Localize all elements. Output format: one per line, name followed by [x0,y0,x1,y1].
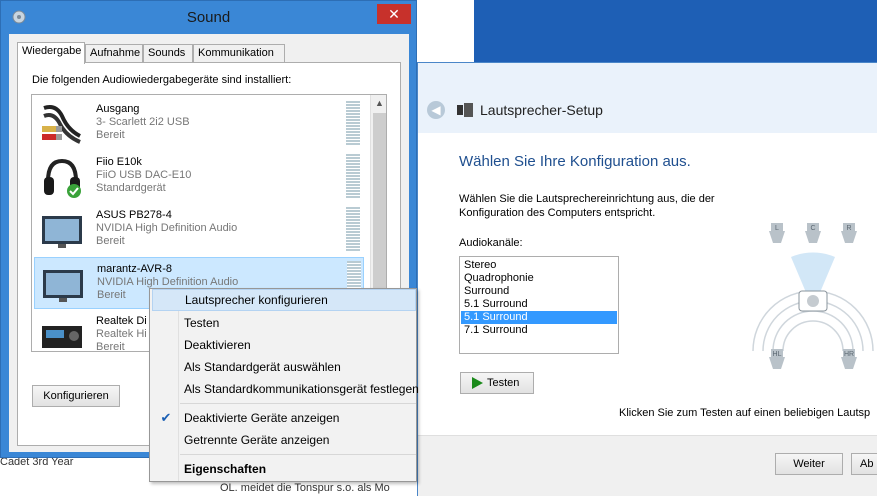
list-item[interactable]: Fiio E10k FiiO USB DAC-E10 Standardgerät [34,151,364,203]
scroll-up-icon[interactable]: ▲ [371,95,386,112]
speaker-label-r: R [846,225,851,232]
menu-item-show-disconnected[interactable]: Getrennte Geräte anzeigen [152,429,416,451]
play-icon [472,377,483,389]
channel-option[interactable]: Quadrophonie [461,272,617,285]
device-status: Bereit [96,129,125,141]
page-description: Wählen Sie die Lautsprechereinrichtung a… [459,193,715,219]
device-list-caption: Die folgenden Audiowiedergabegeräte sind… [32,74,292,86]
channels-listbox[interactable]: Stereo Quadrophonie Surround 5.1 Surroun… [459,256,619,354]
back-arrow-icon[interactable]: ◀ [427,101,445,119]
menu-item-show-disabled[interactable]: ✔ Deaktivierte Geräte anzeigen [152,407,416,429]
desktop-background-white [418,0,474,62]
channel-option-selected[interactable]: 5.1 Surround [461,311,617,324]
checkmark-icon: ✔ [160,410,172,425]
speaker-icon [457,103,473,117]
level-meter [346,101,360,145]
sound-title-bar[interactable]: Sound ✕ [1,1,416,35]
list-item[interactable]: Ausgang 3- Scarlett 2i2 USB Bereit [34,98,364,150]
device-status: Bereit [96,235,125,247]
device-driver: 3- Scarlett 2i2 USB [96,116,190,128]
menu-item-set-default-communication[interactable]: Als Standardkommunikationsgerät festlege… [152,378,419,400]
device-status: Bereit [97,289,126,301]
menu-separator [180,454,416,455]
menu-separator [180,403,416,404]
speaker-label-hr: HR [844,351,854,358]
cancel-button[interactable]: Ab [851,453,877,475]
page-heading: Wählen Sie Ihre Konfiguration aus. [459,153,691,170]
desktop-background [418,0,877,62]
test-hint: Klicken Sie zum Testen auf einen beliebi… [619,407,871,419]
device-name: Realtek Di [96,315,147,327]
device-driver: Realtek Hi [96,328,147,340]
device-name: ASUS PB278-4 [96,209,172,221]
speaker-label-hl: HL [773,351,782,358]
menu-item-set-default[interactable]: Als Standardgerät auswählen [152,356,416,378]
device-driver: NVIDIA High Definition Audio [97,276,239,288]
close-button[interactable]: ✕ [377,4,411,24]
tab-aufnahme[interactable]: Aufnahme [85,44,143,62]
device-driver: FiiO USB DAC-E10 [96,169,192,181]
speaker-layout-diagram: L C R HL HR [752,223,874,369]
channel-option[interactable]: 5.1 Surround [461,298,617,311]
context-menu: Lautsprecher konfigurieren Testen Deakti… [149,288,419,482]
channel-option[interactable]: Stereo [461,259,617,272]
setup-header: ◀ Lautsprecher-Setup [418,63,877,133]
setup-window-title: Lautsprecher-Setup [480,102,603,118]
receiver-icon [42,326,82,348]
menu-item-properties[interactable]: Eigenschaften [152,458,416,480]
test-button[interactable]: Testen [460,372,534,394]
setup-footer: Weiter Ab [418,435,877,496]
speaker-label-c: C [810,225,815,232]
tab-wiedergabe[interactable]: Wiedergabe [17,42,85,64]
menu-item-configure-speakers[interactable]: Lautsprecher konfigurieren [152,289,416,311]
next-button[interactable]: Weiter [775,453,843,475]
level-meter [346,154,360,198]
menu-item-test[interactable]: Testen [152,312,416,334]
device-status: Bereit [96,341,125,352]
monitor-icon [43,270,83,302]
speaker-label-l: L [775,225,779,232]
list-item[interactable]: ASUS PB278-4 NVIDIA High Definition Audi… [34,204,364,256]
monitor-icon [42,216,82,248]
device-name: Fiio E10k [96,156,142,168]
device-status: Standardgerät [96,182,166,194]
level-meter [346,207,360,251]
device-name: marantz-AVR-8 [97,263,172,275]
menu-item-disable[interactable]: Deaktivieren [152,334,416,356]
test-button-label: Testen [487,377,520,389]
menu-item-label: Deaktivierte Geräte anzeigen [184,411,340,425]
configure-button[interactable]: Konfigurieren [32,385,120,407]
speaker-setup-window: ◀ Lautsprecher-Setup Wählen Sie Ihre Kon… [417,62,877,496]
channel-option[interactable]: Surround [461,285,617,298]
background-text-bottom: OL. meidet die Tonspur s.o. als Mo [220,482,390,494]
tab-sounds[interactable]: Sounds [143,44,193,62]
sound-window-title: Sound [186,9,231,26]
headphones-icon [44,158,81,198]
device-driver: NVIDIA High Definition Audio [96,222,238,234]
channel-option[interactable]: 7.1 Surround [461,324,617,337]
device-name: Ausgang [96,103,140,115]
tab-kommunikation[interactable]: Kommunikation [193,44,285,62]
rca-cable-icon [42,105,81,144]
channels-label: Audiokanäle: [459,237,523,249]
